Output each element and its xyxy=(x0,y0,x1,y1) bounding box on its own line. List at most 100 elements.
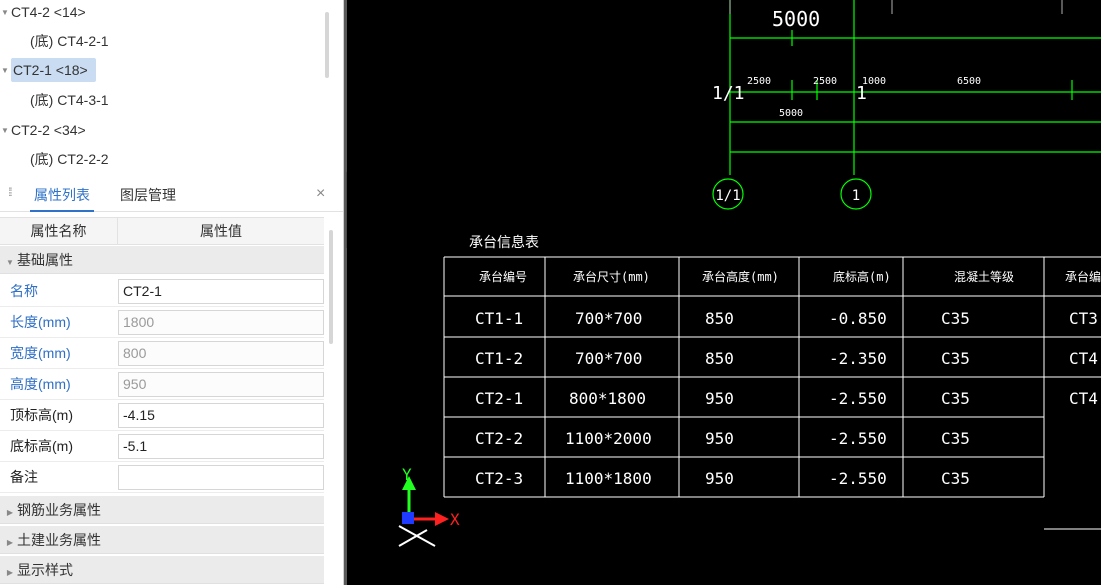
table-cell: CT4 xyxy=(1069,349,1098,368)
table-header: 混凝土等级 xyxy=(954,269,1014,284)
section-label: 基础属性 xyxy=(17,252,73,268)
table-cell: C35 xyxy=(941,469,970,488)
ucs-x-label: X xyxy=(450,510,460,529)
section-civil-properties[interactable]: ▶ 土建业务属性 xyxy=(0,526,324,554)
tree-scrollbar[interactable] xyxy=(325,12,329,78)
drawing-canvas[interactable]: 5000 2500 2500 1000 6500 5000 1/1 1 1/1 … xyxy=(347,0,1101,585)
tree-item[interactable]: ▼ CT4-2 <14> xyxy=(0,0,86,24)
table-cell: CT1-1 xyxy=(475,309,523,328)
triangle-down-icon[interactable]: ▼ xyxy=(0,1,10,25)
tree-item-label: (底) CT4-2-1 xyxy=(30,33,109,49)
dim-text: 2500 xyxy=(747,76,771,87)
ucs-cross xyxy=(398,529,428,547)
property-label: 宽度(mm) xyxy=(10,345,71,361)
tree-item[interactable]: (底) CT2-2-2 xyxy=(0,147,109,171)
axis-label: 1/1 xyxy=(712,83,745,104)
property-label: 高度(mm) xyxy=(10,376,71,392)
table-header: 承台编 xyxy=(1065,269,1101,284)
table-cell: -0.850 xyxy=(829,309,887,328)
close-icon[interactable]: × xyxy=(316,185,325,203)
ucs-origin xyxy=(402,512,414,524)
property-value-input[interactable]: -5.1 xyxy=(118,434,324,459)
table-cell: CT2-1 xyxy=(475,389,523,408)
table-title: 承台信息表 xyxy=(469,234,539,251)
property-label: 长度(mm) xyxy=(10,314,71,330)
table-cell: 800*1800 xyxy=(569,389,646,408)
table-header: 承台编号 xyxy=(479,269,527,284)
section-label: 钢筋业务属性 xyxy=(17,502,101,518)
tab-property-list[interactable]: 属性列表 xyxy=(30,180,94,212)
property-row-length: 长度(mm) 1800 xyxy=(0,307,324,338)
table-cell: C35 xyxy=(941,349,970,368)
property-label: 底标高(m) xyxy=(10,438,73,454)
column-header-value: 属性值 xyxy=(200,223,242,239)
tree-item-selected[interactable]: ▼ CT2-1 <18> xyxy=(0,58,96,82)
table-cell: C35 xyxy=(941,389,970,408)
ucs-icon: Y X xyxy=(398,465,460,547)
tree-item-label: (底) CT4-3-1 xyxy=(30,92,109,108)
tree-item-label: (底) CT2-2-2 xyxy=(30,151,109,167)
property-label: 名称 xyxy=(10,283,38,299)
tree-item-label: CT4-2 <14> xyxy=(11,4,86,20)
dim-text: 6500 xyxy=(957,76,981,87)
table-cell: 700*700 xyxy=(575,309,642,328)
property-table-header: 属性名称 属性值 xyxy=(0,217,324,245)
section-label: 土建业务属性 xyxy=(17,532,101,548)
ucs-y-label: Y xyxy=(402,465,412,484)
table-cell: 950 xyxy=(705,389,734,408)
dim-text-sub: 5000 xyxy=(779,108,803,119)
property-value-input[interactable] xyxy=(118,465,324,490)
table-cell: 700*700 xyxy=(575,349,642,368)
table-cell: 950 xyxy=(705,429,734,448)
triangle-down-icon[interactable]: ▼ xyxy=(0,59,10,83)
section-basic-properties[interactable]: ▼ 基础属性 xyxy=(0,246,324,274)
property-row-remark: 备注 xyxy=(0,462,324,493)
property-row-top-elevation: 顶标高(m) -4.15 xyxy=(0,400,324,431)
table-cell: -2.550 xyxy=(829,429,887,448)
table-cell: CT2-2 xyxy=(475,429,523,448)
triangle-down-icon[interactable]: ▼ xyxy=(3,249,17,277)
property-scrollbar[interactable] xyxy=(329,230,333,344)
tab-layer-management[interactable]: 图层管理 xyxy=(116,180,180,212)
component-tree: ▼ CT4-2 <14> (底) CT4-2-1 ▼ CT2-1 <18> (底) … xyxy=(0,0,340,172)
triangle-right-icon[interactable]: ▶ xyxy=(3,529,17,557)
axis-label: 1 xyxy=(856,83,867,104)
triangle-down-icon[interactable]: ▼ xyxy=(0,119,10,143)
column-header-name: 属性名称 xyxy=(0,218,118,244)
dim-text: 2500 xyxy=(813,76,837,87)
table-cell: 1100*1800 xyxy=(565,469,652,488)
cad-drawing: 5000 2500 2500 1000 6500 5000 1/1 1 1/1 … xyxy=(398,0,1101,547)
table-cell: 850 xyxy=(705,349,734,368)
property-label: 顶标高(m) xyxy=(10,407,73,423)
table-cell: 950 xyxy=(705,469,734,488)
ucs-x-arrow xyxy=(435,512,449,526)
table-cell: -2.550 xyxy=(829,469,887,488)
tree-item[interactable]: (底) CT4-3-1 xyxy=(0,88,109,112)
property-row-bottom-elevation: 底标高(m) -5.1 xyxy=(0,431,324,462)
property-row-height: 高度(mm) 950 xyxy=(0,369,324,400)
dim-text-top: 5000 xyxy=(772,7,820,31)
axis-bubble-label: 1/1 xyxy=(715,188,740,204)
property-value-input[interactable]: CT2-1 xyxy=(118,279,324,304)
property-value-input[interactable]: 800 xyxy=(118,341,324,366)
dimension-lines xyxy=(712,0,1101,210)
panel-tabbar: ⁞⁞ 属性列表 图层管理 × xyxy=(0,180,343,212)
property-value-input[interactable]: -4.15 xyxy=(118,403,324,428)
grip-dots-icon[interactable]: ⁞⁞ xyxy=(8,186,12,198)
tree-item[interactable]: (底) CT4-2-1 xyxy=(0,29,109,53)
triangle-right-icon[interactable]: ▶ xyxy=(3,559,17,585)
table-cell: C35 xyxy=(941,429,970,448)
table-cell: C35 xyxy=(941,309,970,328)
triangle-right-icon[interactable]: ▶ xyxy=(3,499,17,527)
tree-item[interactable]: ▼ CT2-2 <34> xyxy=(0,118,86,142)
tree-item-label: CT2-1 <18> xyxy=(11,58,96,82)
property-value-input[interactable]: 950 xyxy=(118,372,324,397)
table-cell: CT4 xyxy=(1069,389,1098,408)
property-value-input[interactable]: 1800 xyxy=(118,310,324,335)
table-grid xyxy=(443,256,1101,530)
section-rebar-properties[interactable]: ▶ 钢筋业务属性 xyxy=(0,496,324,524)
left-panel: ▼ CT4-2 <14> (底) CT4-2-1 ▼ CT2-1 <18> (底) … xyxy=(0,0,344,585)
table-header: 承台高度(mm) xyxy=(702,269,779,284)
section-display-style[interactable]: ▶ 显示样式 xyxy=(0,556,324,584)
table-cell: 1100*2000 xyxy=(565,429,652,448)
